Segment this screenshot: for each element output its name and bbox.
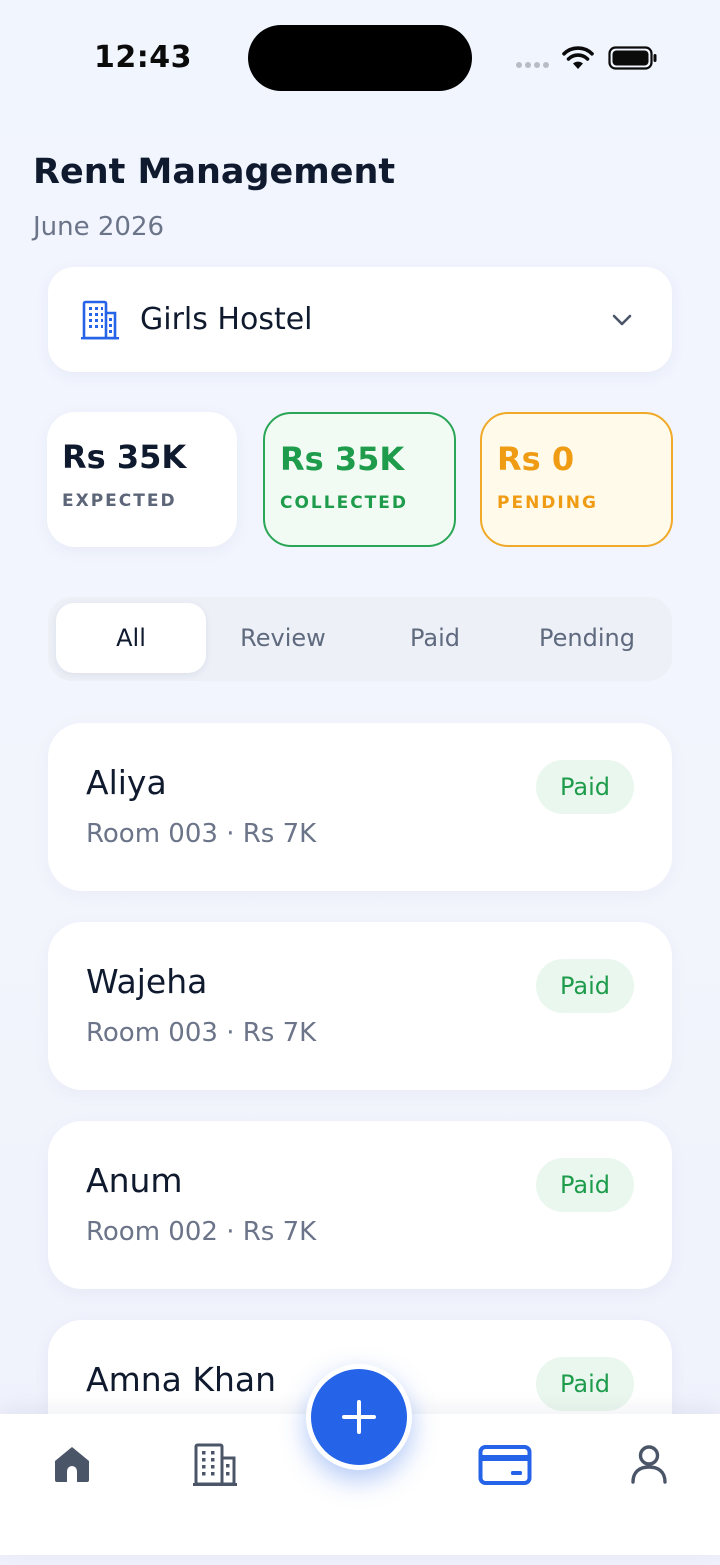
collected-card: Rs 35K COLLECTED [263, 412, 456, 547]
cellular-signal-icon [516, 62, 549, 68]
chevron-down-icon[interactable] [610, 310, 634, 330]
collected-amount: Rs 35K [280, 440, 405, 478]
tab-review[interactable]: Review [208, 603, 358, 673]
property-name: Girls Hostel [140, 302, 313, 337]
tab-paid[interactable]: Paid [360, 603, 510, 673]
pending-amount: Rs 0 [497, 440, 575, 478]
tab-pending[interactable]: Pending [512, 603, 662, 673]
home-icon[interactable] [52, 1444, 92, 1484]
status-badge: Paid [536, 1357, 634, 1411]
tenant-card[interactable]: Aliya Room 003 · Rs 7K Paid [48, 723, 672, 891]
tab-all[interactable]: All [56, 603, 206, 673]
battery-icon [608, 46, 657, 70]
pending-card: Rs 0 PENDING [480, 412, 673, 547]
page-title: Rent Management [33, 152, 396, 192]
building-icon [81, 300, 119, 340]
credit-card-icon[interactable] [478, 1444, 532, 1486]
plus-icon [342, 1400, 376, 1434]
expected-label: EXPECTED [62, 491, 177, 511]
collected-label: COLLECTED [280, 493, 409, 513]
status-time: 12:43 [94, 40, 192, 75]
tenant-card[interactable]: Anum Room 002 · Rs 7K Paid [48, 1121, 672, 1289]
tenant-room-rent: Room 003 · Rs 7K [86, 1018, 317, 1048]
tenant-room-rent: Room 002 · Rs 7K [86, 1217, 317, 1247]
filter-tabs: All Review Paid Pending [48, 597, 672, 681]
tenant-name: Wajeha [86, 962, 208, 1001]
period-label: June 2026 [33, 212, 165, 242]
tenant-card[interactable]: Wajeha Room 003 · Rs 7K Paid [48, 922, 672, 1090]
status-badge: Paid [536, 760, 634, 814]
status-bar: 12:43 [0, 0, 720, 110]
wifi-icon [562, 46, 594, 69]
tenant-name: Aliya [86, 763, 167, 802]
building-icon[interactable] [192, 1442, 240, 1488]
pending-label: PENDING [497, 493, 598, 513]
expected-amount: Rs 35K [62, 438, 187, 476]
dynamic-island [248, 25, 472, 91]
tenant-name: Amna Khan [86, 1360, 277, 1399]
status-badge: Paid [536, 959, 634, 1013]
user-icon[interactable] [630, 1444, 668, 1484]
add-payment-button[interactable] [306, 1364, 412, 1470]
tenant-room-rent: Room 003 · Rs 7K [86, 819, 317, 849]
expected-card: Rs 35K EXPECTED [47, 412, 237, 547]
tenant-name: Anum [86, 1161, 183, 1200]
status-badge: Paid [536, 1158, 634, 1212]
